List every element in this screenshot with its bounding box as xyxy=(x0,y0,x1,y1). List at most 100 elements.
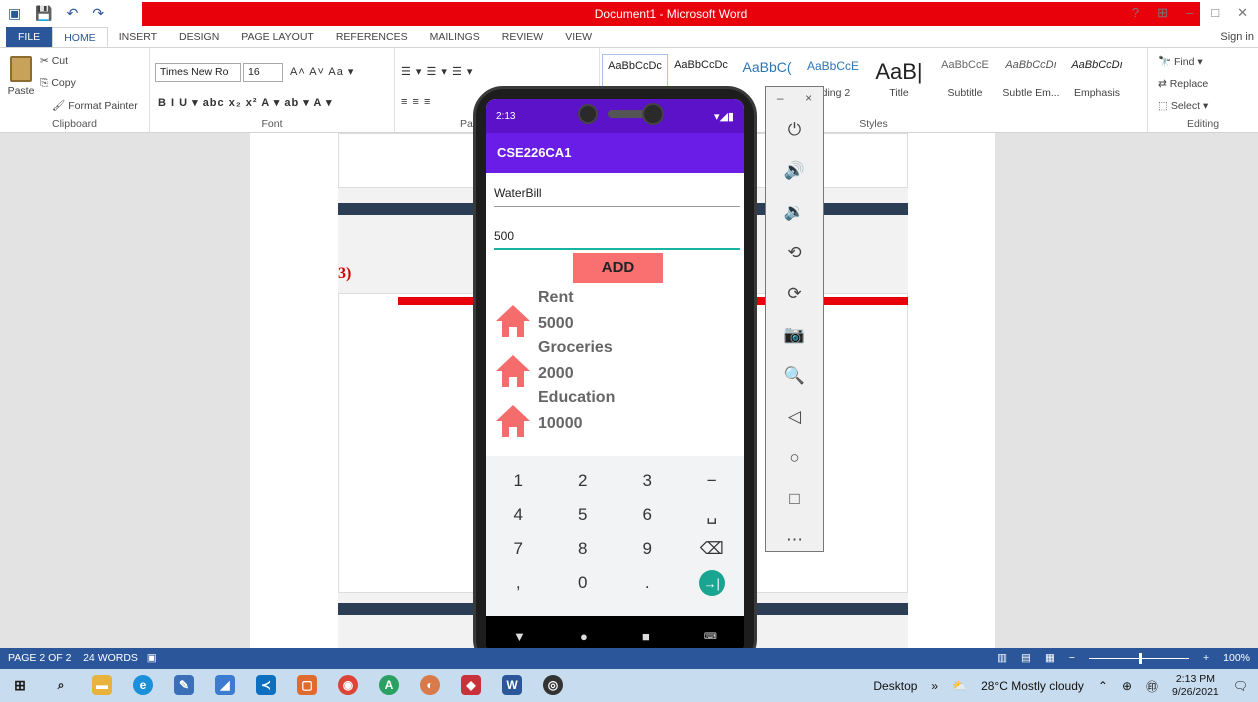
key-comma[interactable]: , xyxy=(486,566,551,600)
office-icon[interactable]: ▢ xyxy=(297,675,317,695)
nav-recents-icon[interactable]: ■ xyxy=(642,629,650,644)
tab-mailings[interactable]: MAILINGS xyxy=(419,27,491,47)
emulator-minimize-button[interactable]: – xyxy=(777,91,784,109)
zoom-icon[interactable]: 🔍 xyxy=(766,355,823,396)
taskbar-clock[interactable]: 2:13 PM 9/26/2021 xyxy=(1172,673,1219,699)
anydesk-icon[interactable]: ◆ xyxy=(461,675,481,695)
style-subtle-emphasis[interactable]: AaBbCcDı Subtle Em... xyxy=(998,54,1064,102)
rotate-right-icon[interactable]: ⟳ xyxy=(766,273,823,314)
tab-review[interactable]: REVIEW xyxy=(491,27,554,47)
toolbar-expand-icon[interactable]: » xyxy=(931,679,938,693)
ribbon-display-button[interactable]: ⊞ xyxy=(1157,5,1168,21)
format-painter-button[interactable]: 🖌 Format Painter xyxy=(52,99,138,112)
power-icon[interactable]: ⏻ xyxy=(766,109,823,150)
key-8[interactable]: 8 xyxy=(551,532,616,566)
expense-name-input[interactable]: WaterBill xyxy=(494,181,740,207)
list-item[interactable]: Rent 5000 xyxy=(494,289,734,339)
maximize-button[interactable]: □ xyxy=(1211,5,1219,21)
replace-button[interactable]: ⇄ Replace xyxy=(1158,78,1208,90)
web-layout-icon[interactable]: ▦ xyxy=(1045,652,1055,664)
font-size-controls[interactable]: A˄ A˅ Aa ▾ xyxy=(290,65,354,78)
list-item[interactable]: Groceries 2000 xyxy=(494,339,734,389)
help-button[interactable]: ? xyxy=(1132,5,1139,21)
start-icon[interactable]: ⊞ xyxy=(10,675,30,695)
select-button[interactable]: ⬚ Select ▾ xyxy=(1158,100,1208,112)
rotate-left-icon[interactable]: ⟲ xyxy=(766,232,823,273)
list-item[interactable]: Education 10000 xyxy=(494,389,734,439)
key-7[interactable]: 7 xyxy=(486,532,551,566)
font-size-select[interactable]: 16 xyxy=(243,63,283,82)
android-studio-icon[interactable]: A xyxy=(379,675,399,695)
back-icon[interactable]: ◁ xyxy=(766,396,823,437)
expense-amount-input[interactable]: 500 xyxy=(494,224,740,250)
tab-page-layout[interactable]: PAGE LAYOUT xyxy=(230,27,325,47)
nav-home-icon[interactable]: ● xyxy=(580,629,588,644)
paint-icon[interactable]: ✎ xyxy=(174,675,194,695)
style-emphasis[interactable]: AaBbCcDı Emphasis xyxy=(1064,54,1130,102)
word-icon[interactable]: W xyxy=(502,675,522,695)
font-format-row[interactable]: B I U ▾ abc x₂ x² A ▾ ab ▾ A ▾ xyxy=(158,96,333,109)
copy-button[interactable]: ⎘ Copy xyxy=(40,77,76,90)
tray-chevron-icon[interactable]: ⌃ xyxy=(1098,679,1108,693)
weather-icon[interactable]: ⛅ xyxy=(952,679,967,693)
more-icon[interactable]: ⋯ xyxy=(766,519,823,560)
volume-up-icon[interactable]: 🔊 xyxy=(766,150,823,191)
key-backspace[interactable]: ⌫ xyxy=(680,532,745,566)
zoom-in-icon[interactable]: + xyxy=(1203,652,1209,664)
key-3[interactable]: 3 xyxy=(615,464,680,498)
key-1[interactable]: 1 xyxy=(486,464,551,498)
zoom-out-icon[interactable]: − xyxy=(1069,652,1075,664)
save-icon[interactable]: 💾 xyxy=(35,5,52,22)
key-4[interactable]: 4 xyxy=(486,498,551,532)
tab-references[interactable]: REFERENCES xyxy=(325,27,419,47)
add-button[interactable]: ADD xyxy=(573,253,663,283)
style-subtitle[interactable]: AaBbCcE Subtitle xyxy=(932,54,998,102)
tab-design[interactable]: DESIGN xyxy=(168,27,230,47)
font-name-select[interactable]: Times New Ro xyxy=(155,63,241,82)
key-2[interactable]: 2 xyxy=(551,464,616,498)
weather-text[interactable]: 28°C Mostly cloudy xyxy=(981,679,1084,693)
key-minus[interactable]: − xyxy=(680,464,745,498)
zoom-slider[interactable] xyxy=(1089,652,1189,664)
tab-view[interactable]: VIEW xyxy=(554,27,603,47)
notifications-icon[interactable]: 🗨 xyxy=(1233,679,1248,693)
undo-icon[interactable]: ↶ xyxy=(67,5,79,22)
key-6[interactable]: 6 xyxy=(615,498,680,532)
emulator-icon[interactable]: ◎ xyxy=(543,675,563,695)
key-9[interactable]: 9 xyxy=(615,532,680,566)
tab-insert[interactable]: INSERT xyxy=(108,27,168,47)
file-explorer-icon[interactable]: ▬ xyxy=(92,675,112,695)
desktop-toolbar[interactable]: Desktop xyxy=(873,679,917,693)
close-button[interactable]: ✕ xyxy=(1237,5,1248,21)
nav-back-icon[interactable]: ▼ xyxy=(513,629,526,644)
chrome-icon[interactable]: ◉ xyxy=(338,675,358,695)
key-period[interactable]: . xyxy=(615,566,680,600)
zoom-level[interactable]: 100% xyxy=(1223,652,1250,664)
network-icon[interactable]: ⊕ xyxy=(1122,679,1132,693)
sign-in-link[interactable]: Sign in xyxy=(1220,31,1254,43)
key-space[interactable]: ␣ xyxy=(680,498,745,532)
find-button[interactable]: 🔭 Find ▾ xyxy=(1158,55,1203,68)
app-icon[interactable]: ◢ xyxy=(215,675,235,695)
camera-icon[interactable]: 📷 xyxy=(766,314,823,355)
ime-icon[interactable]: ㊞ xyxy=(1146,678,1158,695)
home-icon[interactable]: ○ xyxy=(766,437,823,478)
tab-file[interactable]: FILE xyxy=(6,27,53,47)
redo-icon[interactable]: ↷ xyxy=(92,5,104,22)
page-count[interactable]: PAGE 2 OF 2 xyxy=(8,652,71,664)
print-layout-icon[interactable]: ▤ xyxy=(1021,652,1031,664)
vscode-icon[interactable]: ≺ xyxy=(256,675,276,695)
volume-down-icon[interactable]: 🔉 xyxy=(766,191,823,232)
paste-button[interactable]: Paste xyxy=(6,56,36,97)
overview-icon[interactable]: □ xyxy=(766,478,823,519)
tab-home[interactable]: HOME xyxy=(52,27,108,47)
list-buttons[interactable]: ☰ ▾ ☰ ▾ ☰ ▾ xyxy=(401,65,473,78)
style-title[interactable]: AaB| Title xyxy=(866,54,932,102)
read-mode-icon[interactable]: ▥ xyxy=(997,652,1007,664)
key-next[interactable]: →| xyxy=(680,566,745,600)
cut-button[interactable]: ✂ Cut xyxy=(40,55,68,67)
key-0[interactable]: 0 xyxy=(551,566,616,600)
align-buttons[interactable]: ≡ ≡ ≡ xyxy=(401,96,431,108)
search-icon[interactable]: ⌕ xyxy=(51,675,71,695)
emulator-close-button[interactable]: × xyxy=(805,91,812,109)
